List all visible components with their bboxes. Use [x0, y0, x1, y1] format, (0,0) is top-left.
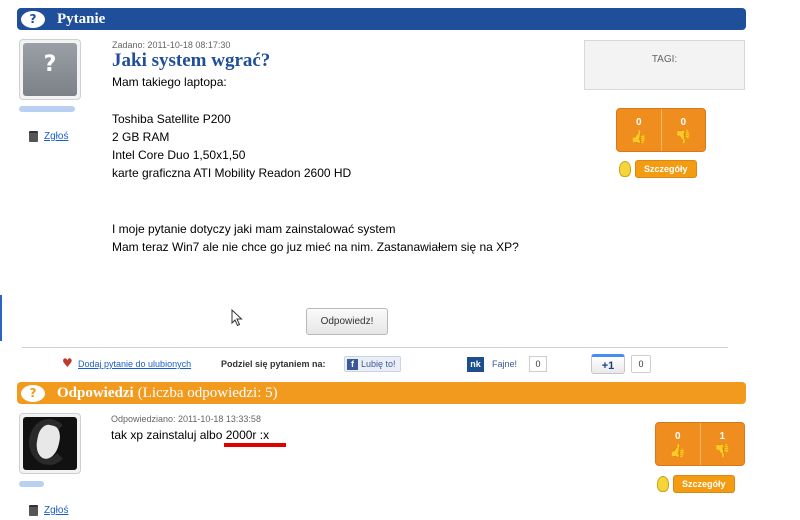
add-to-favorites-link[interactable]: Dodaj pytanie do ulubionych — [78, 359, 191, 369]
answers-count: (Liczba odpowiedzi: 5) — [137, 384, 278, 401]
nk-count: 0 — [529, 356, 547, 372]
vote-down-button[interactable]: 1 👎 — [699, 423, 745, 465]
report-link[interactable]: Zgłoś — [44, 505, 68, 516]
vote-up-count: 0 — [674, 430, 681, 442]
google-plus-button[interactable]: +1 — [591, 354, 625, 374]
report-link[interactable]: Zgłoś — [44, 131, 68, 142]
spec-line: Intel Core Duo 1,50x1,50 — [112, 148, 246, 162]
question-author-avatar[interactable] — [19, 39, 81, 100]
thumb-down-icon: 👎 — [675, 129, 692, 145]
facebook-like-label: Lubię to! — [361, 359, 396, 369]
thumb-up-icon: 👍 — [669, 443, 686, 459]
question-report[interactable]: Zgłoś — [29, 131, 68, 142]
heart-icon: ♥ — [62, 356, 73, 370]
vote-down-count: 0 — [680, 116, 687, 128]
thumb-down-icon: 👎 — [714, 443, 731, 459]
vote-down-button[interactable]: 0 👎 — [660, 109, 706, 151]
tags-label: TAGI: — [651, 54, 678, 65]
question-paragraph: I moje pytanie dotyczy jaki mam zainstal… — [112, 220, 519, 256]
question-intro: Mam takiego laptopa: — [112, 75, 227, 89]
red-underline-annotation — [224, 443, 286, 447]
google-plus-count: 0 — [631, 355, 651, 373]
details-button[interactable]: Szczegóły — [673, 475, 735, 493]
question-header: ? Pytanie — [17, 8, 746, 30]
tags-box: TAGI: — [584, 40, 745, 90]
vote-down-count: 1 — [719, 430, 726, 442]
answer-report[interactable]: Zgłoś — [29, 505, 68, 516]
spec-line: karte graficzna ATI Mobility Readon 2600… — [112, 166, 352, 180]
question-mark-icon: ? — [21, 10, 45, 28]
details-button[interactable]: Szczegóły — [635, 160, 697, 178]
vote-up-count: 0 — [635, 116, 642, 128]
answer-author-avatar[interactable] — [19, 413, 81, 474]
question-author-name[interactable] — [19, 106, 75, 112]
question-specs: Toshiba Satellite P200 2 GB RAM Intel Co… — [112, 110, 351, 182]
nk-fajne-button[interactable]: Fajne! — [492, 359, 517, 369]
spec-line: Toshiba Satellite P200 — [112, 112, 231, 126]
answer-meta: Odpowiedziano: 2011-10-18 13:33:58 — [111, 414, 261, 424]
answer-details: Szczegóły — [657, 475, 735, 493]
lightbulb-icon — [657, 476, 669, 492]
page-edge-marker — [0, 295, 2, 341]
thumb-up-icon: 👍 — [630, 129, 647, 145]
vote-up-button[interactable]: 0 👍 — [656, 423, 700, 465]
answer-text: tak xp zainstaluj albo 2000r :x — [111, 428, 270, 442]
nk-icon[interactable]: nk — [467, 357, 484, 372]
question-vote-box: 0 👍 0 👎 — [616, 108, 706, 152]
paragraph-line: Mam teraz Win7 ale nie chce go juz mieć … — [112, 240, 519, 254]
share-label: Podziel się pytaniem na: — [221, 359, 326, 369]
lightbulb-icon — [619, 161, 631, 177]
paragraph-line: I moje pytanie dotyczy jaki mam zainstal… — [112, 222, 396, 236]
question-mark-icon: ? — [21, 384, 45, 402]
question-header-title: Pytanie — [57, 10, 106, 27]
question-meta: Zadano: 2011-10-18 08:17:30 — [112, 40, 231, 50]
divider — [22, 347, 728, 348]
answers-header: ? Odpowiedzi (Liczba odpowiedzi: 5) — [17, 382, 746, 404]
mouse-pointer-icon — [231, 309, 243, 327]
social-bar: ♥ Dodaj pytanie do ulubionych Podziel si… — [62, 354, 662, 374]
vote-up-button[interactable]: 0 👍 — [617, 109, 661, 151]
facebook-like-button[interactable]: f Lubię to! — [344, 356, 401, 372]
trash-icon — [29, 131, 38, 142]
trash-icon — [29, 505, 38, 516]
question-details: Szczegóły — [619, 160, 697, 178]
answers-header-title: Odpowiedzi — [57, 384, 134, 401]
spec-line: 2 GB RAM — [112, 130, 170, 144]
question-title: Jaki system wgrać? — [112, 50, 271, 71]
answer-vote-box: 0 👍 1 👎 — [655, 422, 745, 466]
facebook-icon: f — [347, 358, 358, 370]
reply-button[interactable]: Odpowiedz! — [306, 308, 388, 335]
answer-author-name[interactable] — [19, 481, 44, 487]
